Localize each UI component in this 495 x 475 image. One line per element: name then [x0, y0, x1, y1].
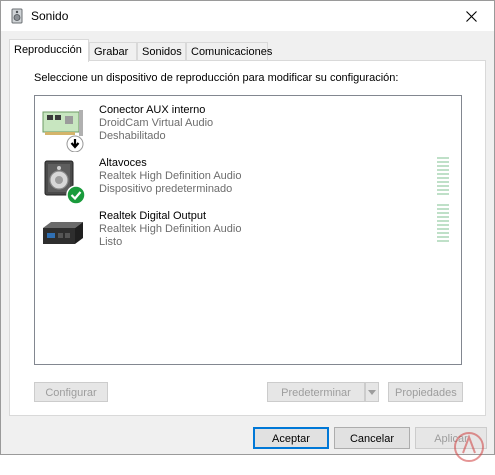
- device-item-speakers[interactable]: Altavoces Realtek High Definition Audio …: [35, 157, 461, 207]
- tab-sonidos[interactable]: Sonidos: [137, 42, 186, 60]
- cancel-button[interactable]: Cancelar: [334, 427, 410, 449]
- speaker-icon: [11, 8, 23, 24]
- playback-panel: Seleccione un dispositivo de reproducció…: [9, 60, 486, 416]
- instruction-text: Seleccione un dispositivo de reproducció…: [34, 72, 399, 84]
- digital-output-icon: [43, 222, 83, 244]
- tab-reproduccion[interactable]: Reproducción: [9, 39, 89, 62]
- device-name: Realtek Digital Output: [99, 210, 206, 222]
- tab-label: Sonidos: [142, 46, 182, 58]
- accept-button[interactable]: Aceptar: [253, 427, 329, 449]
- device-item-digital-output[interactable]: Realtek Digital Output Realtek High Defi…: [35, 204, 461, 260]
- device-info: Altavoces Realtek High Definition Audio …: [99, 157, 241, 196]
- volume-meter: [437, 157, 449, 197]
- volume-meter: [437, 204, 449, 244]
- configure-button[interactable]: Configurar: [34, 382, 108, 402]
- sound-dialog: Sonido Reproducción Grabar Sonidos Comun…: [0, 0, 495, 462]
- set-default-button[interactable]: Predeterminar: [267, 382, 365, 402]
- tab-label: Grabar: [94, 46, 129, 58]
- speaker-default-icon: [44, 160, 86, 205]
- device-driver: DroidCam Virtual Audio: [99, 117, 214, 129]
- title-bar: Sonido: [1, 1, 494, 31]
- tab-label: Comunicaciones: [191, 46, 273, 58]
- tab-label: Reproducción: [14, 44, 82, 56]
- sound-card-disabled-icon: [42, 110, 84, 152]
- watermark-logo: [454, 432, 484, 462]
- device-driver: Realtek High Definition Audio: [99, 223, 242, 235]
- device-driver: Realtek High Definition Audio: [99, 170, 242, 182]
- properties-button[interactable]: Propiedades: [388, 382, 463, 402]
- chevron-down-icon: [368, 389, 376, 395]
- tab-grabar[interactable]: Grabar: [89, 42, 137, 60]
- device-status: Dispositivo predeterminado: [99, 183, 233, 195]
- device-info: Realtek Digital Output Realtek High Defi…: [99, 210, 241, 249]
- tab-comunicaciones[interactable]: Comunicaciones: [186, 42, 272, 60]
- window-title: Sonido: [31, 9, 69, 23]
- close-button[interactable]: [448, 1, 494, 31]
- dialog-body: Reproducción Grabar Sonidos Comunicacion…: [1, 31, 494, 462]
- device-list[interactable]: Conector AUX interno DroidCam Virtual Au…: [34, 95, 462, 365]
- device-name: Conector AUX interno: [99, 104, 206, 116]
- device-item-aux[interactable]: Conector AUX interno DroidCam Virtual Au…: [35, 104, 461, 154]
- device-status: Deshabilitado: [99, 130, 166, 142]
- device-name: Altavoces: [99, 157, 147, 169]
- set-default-dropdown[interactable]: [365, 382, 379, 402]
- device-status: Listo: [99, 236, 123, 248]
- device-info: Conector AUX interno DroidCam Virtual Au…: [99, 104, 213, 143]
- close-icon: [465, 10, 477, 22]
